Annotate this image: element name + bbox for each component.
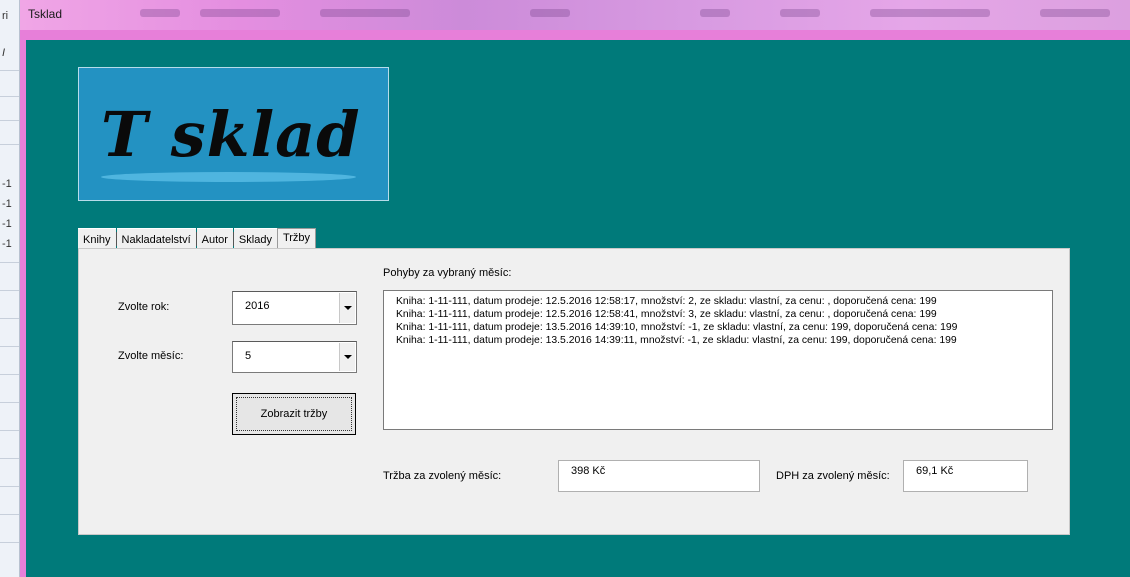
window-title-bar[interactable]: Tsklad (20, 0, 1130, 30)
month-label: Zvolte měsíc: (118, 350, 184, 362)
logo-text: T sklad (101, 98, 361, 171)
blurred-toolbar-region (200, 9, 280, 17)
tab-sklady[interactable]: Sklady (233, 228, 277, 249)
background-text: -1 (2, 238, 12, 250)
vat-field[interactable]: 69,1 Kč (903, 460, 1028, 492)
background-text: I (2, 47, 6, 59)
tab-trzby[interactable]: Tržby (276, 228, 317, 250)
year-value: 2016 (245, 300, 270, 312)
app-logo: T sklad (78, 67, 389, 201)
blurred-toolbar-region (870, 9, 990, 17)
moves-listbox[interactable]: Kniha: 1-11-111, datum prodeje: 12.5.201… (383, 290, 1053, 430)
blurred-toolbar-region (1040, 9, 1110, 17)
vat-label: DPH za zvolený měsíc: (776, 470, 890, 482)
blurred-toolbar-region (140, 9, 180, 17)
month-select[interactable]: 5 (232, 341, 357, 373)
blurred-toolbar-region (700, 9, 730, 17)
chevron-down-icon (344, 355, 352, 359)
logo-swoosh (101, 172, 356, 182)
background-text: -1 (2, 218, 12, 230)
blurred-toolbar-region (780, 9, 820, 17)
revenue-label: Tržba za zvolený měsíc: (383, 470, 502, 482)
background-app-strip: ri I -1 -1 -1 -1 (0, 0, 20, 577)
tab-nakladatelstvi[interactable]: Nakladatelství (116, 228, 196, 249)
show-revenue-button[interactable]: Zobrazit tržby (232, 393, 356, 435)
tab-strip: Knihy Nakladatelství Autor Sklady Tržby (78, 228, 317, 250)
tab-knihy[interactable]: Knihy (78, 228, 116, 249)
year-dropdown-button[interactable] (339, 293, 355, 323)
blurred-toolbar-region (320, 9, 410, 17)
background-text: ri (2, 10, 9, 22)
month-dropdown-button[interactable] (339, 343, 355, 371)
month-value: 5 (245, 350, 252, 362)
chevron-down-icon (344, 306, 352, 310)
blurred-toolbar-region (530, 9, 570, 17)
window-title: Tsklad (28, 7, 63, 21)
show-revenue-button-label: Zobrazit tržby (236, 397, 352, 431)
background-text: -1 (2, 198, 12, 210)
revenue-value: 398 Kč (571, 465, 606, 477)
vat-value: 69,1 Kč (916, 465, 954, 477)
background-text: -1 (2, 178, 12, 190)
list-item[interactable]: Kniha: 1-11-111, datum prodeje: 13.5.201… (396, 321, 1052, 334)
year-select[interactable]: 2016 (232, 291, 357, 325)
list-item[interactable]: Kniha: 1-11-111, datum prodeje: 12.5.201… (396, 308, 1052, 321)
tab-autor[interactable]: Autor (196, 228, 233, 249)
year-label: Zvolte rok: (118, 301, 170, 313)
list-item[interactable]: Kniha: 1-11-111, datum prodeje: 13.5.201… (396, 334, 1052, 347)
list-item[interactable]: Kniha: 1-11-111, datum prodeje: 12.5.201… (396, 295, 1052, 308)
moves-label: Pohyby za vybraný měsíc: (383, 267, 512, 279)
revenue-field[interactable]: 398 Kč (558, 460, 760, 492)
